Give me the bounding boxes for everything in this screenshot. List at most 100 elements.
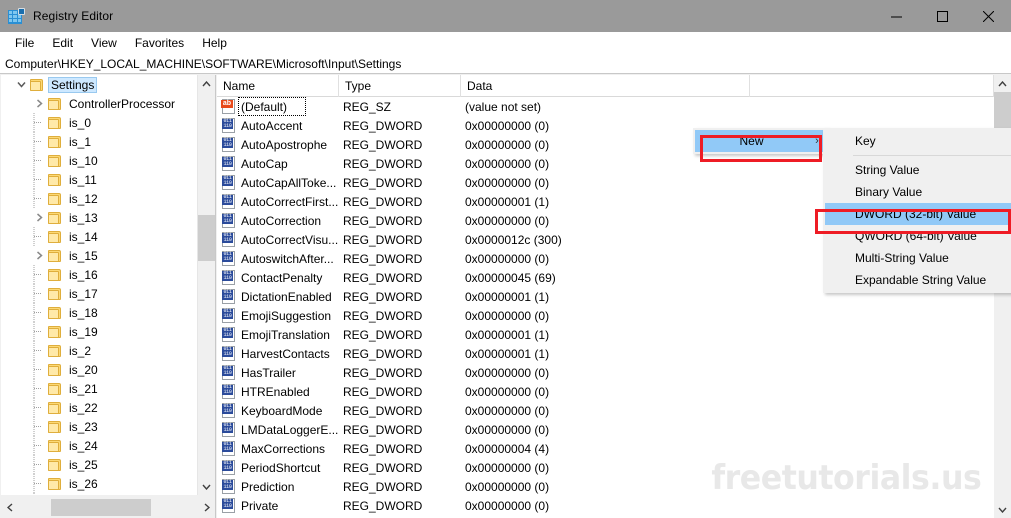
maximize-button[interactable]: [919, 0, 965, 32]
registry-value-row[interactable]: 011110HTREnabledREG_DWORD0x00000000 (0): [217, 382, 994, 401]
tree-horizontal-scrollbar[interactable]: [1, 499, 215, 516]
chevron-right-icon[interactable]: [31, 94, 47, 113]
list-scroll-up-icon[interactable]: [994, 75, 1011, 92]
registry-value-row[interactable]: 011110EmojiSuggestionREG_DWORD0x00000000…: [217, 306, 994, 325]
tree-hscrollbar-thumb[interactable]: [51, 499, 151, 516]
tree-item[interactable]: is_21: [1, 379, 199, 398]
tree-connector: [31, 322, 47, 341]
chevron-right-icon[interactable]: [31, 246, 47, 265]
menu-item-favorites[interactable]: Favorites: [126, 34, 193, 52]
dword-value-icon: 011110: [221, 251, 237, 267]
menu-item-file[interactable]: File: [6, 34, 43, 52]
tree-item[interactable]: is_15: [1, 246, 199, 265]
tree-item[interactable]: is_23: [1, 417, 199, 436]
registry-tree[interactable]: SettingsControllerProcessoris_0is_1is_10…: [1, 75, 199, 495]
tree-item[interactable]: is_25: [1, 455, 199, 474]
tree-item[interactable]: is_10: [1, 151, 199, 170]
registry-value-row[interactable]: 011110HarvestContactsREG_DWORD0x00000001…: [217, 344, 994, 363]
submenu-item-key[interactable]: Key: [825, 130, 1011, 152]
context-menu-item-new[interactable]: New ›: [695, 130, 826, 152]
folder-icon: [47, 268, 63, 282]
tree-connector: [31, 398, 47, 417]
submenu-item-dword-32-bit-value[interactable]: DWORD (32-bit) Value: [825, 203, 1011, 225]
value-type: REG_SZ: [343, 100, 391, 114]
dword-value-icon: 011110: [221, 422, 237, 438]
tree-item[interactable]: is_26: [1, 474, 199, 493]
tree-item[interactable]: is_14: [1, 227, 199, 246]
column-header-type[interactable]: Type: [339, 75, 461, 97]
registry-value-row[interactable]: 011110KeyboardModeREG_DWORD0x00000000 (0…: [217, 401, 994, 420]
dword-value-icon: 011110: [221, 403, 237, 419]
submenu-item-string-value[interactable]: String Value: [825, 159, 1011, 181]
tree-connector: [31, 436, 47, 455]
folder-icon: [47, 382, 63, 396]
tree-item[interactable]: is_13: [1, 208, 199, 227]
registry-value-row[interactable]: 011110EmojiTranslationREG_DWORD0x0000000…: [217, 325, 994, 344]
submenu-item-expandable-string-value[interactable]: Expandable String Value: [825, 269, 1011, 291]
string-value-icon: ab: [221, 99, 237, 115]
tree-item[interactable]: Settings: [1, 75, 199, 94]
menu-item-help[interactable]: Help: [193, 34, 236, 52]
tree-item[interactable]: is_24: [1, 436, 199, 455]
tree-item[interactable]: is_27: [1, 493, 199, 495]
value-name: AutoCap: [241, 157, 288, 171]
submenu-item-qword-64-bit-value[interactable]: QWORD (64-bit) Value: [825, 225, 1011, 247]
tree-item[interactable]: is_22: [1, 398, 199, 417]
value-name: EmojiSuggestion: [241, 309, 331, 323]
menu-bar: FileEditViewFavoritesHelp: [0, 32, 1011, 54]
menu-item-edit[interactable]: Edit: [43, 34, 82, 52]
value-type: REG_DWORD: [343, 290, 422, 304]
tree-item[interactable]: ControllerProcessor: [1, 94, 199, 113]
folder-icon: [47, 211, 63, 225]
folder-icon: [47, 439, 63, 453]
submenu-item-multi-string-value[interactable]: Multi-String Value: [825, 247, 1011, 269]
tree-scrollbar-thumb[interactable]: [198, 215, 215, 261]
tree-hscroll-track[interactable]: [18, 499, 198, 516]
tree-item[interactable]: is_17: [1, 284, 199, 303]
tree-vertical-scrollbar[interactable]: [197, 75, 214, 495]
tree-item[interactable]: is_12: [1, 189, 199, 208]
registry-value-row[interactable]: 011110PrivateREG_DWORD0x00000000 (0): [217, 496, 994, 515]
tree-scroll-left-icon[interactable]: [1, 499, 18, 516]
tree-scroll-down-icon[interactable]: [198, 478, 215, 495]
registry-value-row[interactable]: 011110LMDataLoggerE...REG_DWORD0x0000000…: [217, 420, 994, 439]
column-header-data[interactable]: Data: [461, 75, 750, 97]
chevron-right-icon[interactable]: [31, 208, 47, 227]
list-scroll-down-icon[interactable]: [994, 501, 1011, 518]
tree-connector: [31, 227, 47, 246]
tree-item[interactable]: is_18: [1, 303, 199, 322]
menu-item-view[interactable]: View: [82, 34, 126, 52]
value-data: 0x00000000 (0): [465, 480, 549, 494]
tree-item[interactable]: is_19: [1, 322, 199, 341]
tree-item[interactable]: is_11: [1, 170, 199, 189]
dword-value-icon: 011110: [221, 213, 237, 229]
tree-item-label: is_25: [67, 458, 100, 472]
value-name: ContactPenalty: [241, 271, 322, 285]
value-data: 0x00000000 (0): [465, 157, 549, 171]
column-header-blank[interactable]: [750, 75, 994, 97]
value-name: HarvestContacts: [241, 347, 330, 361]
tree-item[interactable]: is_1: [1, 132, 199, 151]
close-button[interactable]: [965, 0, 1011, 32]
minimize-button[interactable]: [873, 0, 919, 32]
context-submenu-new: Key String ValueBinary ValueDWORD (32-bit…: [823, 128, 1011, 293]
tree-connector: [31, 132, 47, 151]
tree-item[interactable]: is_16: [1, 265, 199, 284]
registry-value-row[interactable]: 011110HasTrailerREG_DWORD0x00000000 (0): [217, 363, 994, 382]
folder-icon: [47, 363, 63, 377]
value-name: EmojiTranslation: [241, 328, 330, 342]
submenu-item-binary-value[interactable]: Binary Value: [825, 181, 1011, 203]
chevron-down-icon[interactable]: [13, 75, 29, 94]
value-data: 0x00000001 (1): [465, 195, 549, 209]
tree-item[interactable]: is_20: [1, 360, 199, 379]
registry-value-row[interactable]: ab(Default)REG_SZ(value not set): [217, 97, 994, 116]
registry-value-row[interactable]: 011110MaxCorrectionsREG_DWORD0x00000004 …: [217, 439, 994, 458]
address-bar[interactable]: Computer\HKEY_LOCAL_MACHINE\SOFTWARE\Mic…: [0, 54, 1011, 74]
value-name: AutoCorrectFirst...: [241, 195, 338, 209]
column-header-name[interactable]: Name: [217, 75, 339, 97]
folder-icon: [47, 116, 63, 130]
tree-item[interactable]: is_0: [1, 113, 199, 132]
tree-scroll-up-icon[interactable]: [198, 75, 215, 92]
tree-scroll-right-icon[interactable]: [198, 499, 215, 516]
tree-item[interactable]: is_2: [1, 341, 199, 360]
